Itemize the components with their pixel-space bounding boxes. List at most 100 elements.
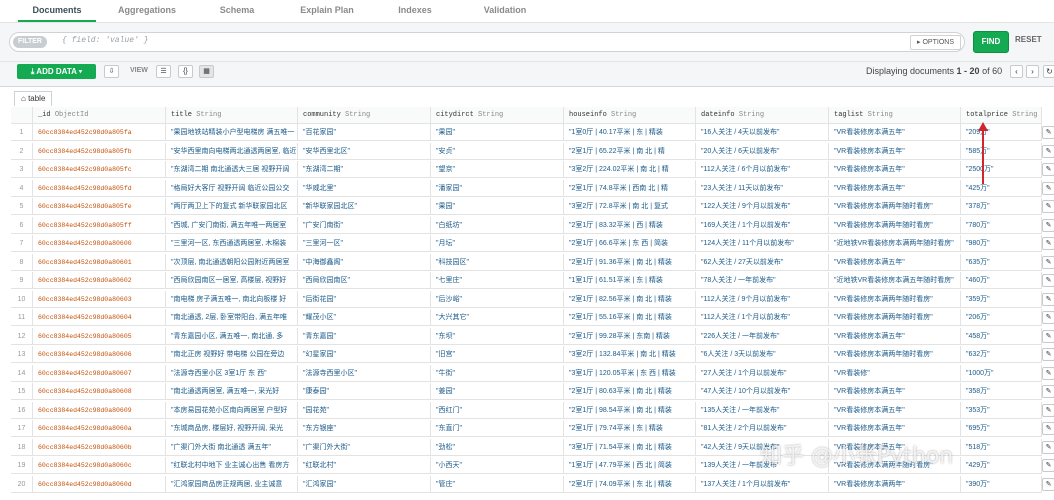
- column-header-taglist[interactable]: taglist String: [829, 107, 961, 124]
- table-row[interactable]: 14 60cc8384ed452c98d0a80607 "法源寺西里小区 3室1厅 …: [11, 364, 1054, 382]
- table-cell[interactable]: "169人关注 / 1个月以前发布": [696, 216, 829, 234]
- table-cell[interactable]: "2室1厅 | 65.22平米 | 南 北 | 精: [564, 142, 696, 160]
- table-cell[interactable]: "3室2厅 | 132.84平米 | 南 北 | 精装: [564, 346, 696, 363]
- table-cell[interactable]: "VR看装修房本满两年随时看房": [829, 346, 961, 363]
- table-cell[interactable]: 60cc8384ed452c98d0a80603: [33, 290, 166, 308]
- edit-icon[interactable]: ✎: [1042, 237, 1054, 250]
- edit-icon[interactable]: ✎: [1042, 477, 1054, 491]
- edit-icon[interactable]: ✎: [1042, 274, 1054, 287]
- table-cell[interactable]: "后街花园": [298, 290, 431, 308]
- edit-icon[interactable]: ✎: [1042, 181, 1054, 195]
- table-cell[interactable]: "次顶层, 南北通透朝阳公园附近两居室: [166, 253, 298, 271]
- table-cell[interactable]: "1室0厅 | 40.17平米 | 东 | 精装: [564, 124, 696, 141]
- table-cell[interactable]: "112人关注 / 1个月以前发布": [696, 309, 829, 326]
- table-cell[interactable]: "226人关注 / 一年前发布": [696, 327, 829, 345]
- table-cell[interactable]: "458万": [961, 327, 1042, 345]
- table-cell[interactable]: "东坝": [431, 327, 564, 345]
- edit-icon[interactable]: ✎: [1042, 292, 1054, 306]
- refresh-icon[interactable]: ↻: [1043, 65, 1054, 78]
- table-cell[interactable]: "2室1厅 | 98.54平米 | 南 北 | 精装: [564, 401, 696, 419]
- tab-explain-plan[interactable]: Explain Plan: [288, 0, 366, 22]
- table-cell[interactable]: 60cc8384ed452c98d0a805fe: [33, 198, 166, 215]
- table-cell[interactable]: "3室2厅 | 72.8平米 | 南 北 | 复式: [564, 198, 696, 215]
- table-cell[interactable]: "西局欣园南区一居室, 高楼层, 视野好: [166, 272, 298, 289]
- table-cell[interactable]: "VR看装修": [829, 364, 961, 382]
- table-cell[interactable]: "七里庄": [431, 272, 564, 289]
- table-cell[interactable]: 60cc8384ed452c98d0a805ff: [33, 216, 166, 234]
- find-button[interactable]: FIND: [973, 31, 1009, 53]
- edit-icon[interactable]: ✎: [1042, 200, 1054, 213]
- table-cell[interactable]: "VR看装修房本满两年随时看房": [829, 290, 961, 308]
- table-cell[interactable]: "望京": [431, 161, 564, 178]
- column-header-totalprice[interactable]: totalprice String: [961, 107, 1042, 124]
- filter-input[interactable]: FILTER { field: 'value' } ▸ OPTIONS: [9, 32, 965, 52]
- table-cell[interactable]: "124人关注 / 11个月以前发布": [696, 235, 829, 252]
- table-cell[interactable]: "112人关注 / 6个月以前发布": [696, 161, 829, 178]
- table-cell[interactable]: "2室1厅 | 82.56平米 | 南 北 | 精装: [564, 290, 696, 308]
- table-cell[interactable]: 60cc8384ed452c98d0a80602: [33, 272, 166, 289]
- table-cell[interactable]: "390万": [961, 475, 1042, 493]
- table-cell[interactable]: "206万": [961, 309, 1042, 326]
- table-cell[interactable]: "小西天": [431, 457, 564, 474]
- table-cell[interactable]: "VR看装修房本满五年": [829, 327, 961, 345]
- table-cell[interactable]: "新华联家园北区": [298, 198, 431, 215]
- table-row[interactable]: 4 60cc8384ed452c98d0a805fd "格局好大客厅 视野开阔 临近…: [11, 179, 1054, 197]
- table-cell[interactable]: "VR看装修房本满两年随时看房": [829, 216, 961, 234]
- edit-icon[interactable]: ✎: [1042, 163, 1054, 176]
- table-cell[interactable]: "62人关注 / 27天以前发布": [696, 253, 829, 271]
- table-cell[interactable]: "353万": [961, 401, 1042, 419]
- table-cell[interactable]: "2室1厅 | 83.32平米 | 西 | 精装: [564, 216, 696, 234]
- table-cell[interactable]: "青东嘉园小区, 满五唯一, 南北通, 多: [166, 327, 298, 345]
- table-cell[interactable]: "695万": [961, 420, 1042, 437]
- table-cell[interactable]: "137人关注 / 1个月以前发布": [696, 475, 829, 493]
- table-cell[interactable]: "460万": [961, 272, 1042, 289]
- table-cell[interactable]: 60cc8384ed452c98d0a80606: [33, 346, 166, 363]
- table-cell[interactable]: "135人关注 / 一年前发布": [696, 401, 829, 419]
- table-cell[interactable]: "潘家园": [431, 179, 564, 197]
- table-cell[interactable]: "耀茂小区": [298, 309, 431, 326]
- table-cell[interactable]: "209万": [961, 124, 1042, 141]
- column-header-community[interactable]: community String: [298, 107, 431, 124]
- table-cell[interactable]: 60cc8384ed452c98d0a805fd: [33, 179, 166, 197]
- table-cell[interactable]: "华威北里": [298, 179, 431, 197]
- table-cell[interactable]: "1室1厅 | 61.51平米 | 东 | 精装: [564, 272, 696, 289]
- table-cell[interactable]: "2室1厅 | 91.36平米 | 南 北 | 精装: [564, 253, 696, 271]
- table-cell[interactable]: "果园": [431, 124, 564, 141]
- table-cell[interactable]: "358万": [961, 383, 1042, 400]
- table-cell[interactable]: 60cc8384ed452c98d0a8060b: [33, 438, 166, 456]
- table-row[interactable]: 9 60cc8384ed452c98d0a80602 "西局欣园南区一居室, 高楼层…: [11, 272, 1054, 289]
- table-cell[interactable]: "1000万": [961, 364, 1042, 382]
- table-cell[interactable]: "VR看装修房本满五年": [829, 124, 961, 141]
- table-row[interactable]: 5 60cc8384ed452c98d0a805fe "两厅两卫上下的复式 新华联家…: [11, 198, 1054, 215]
- table-cell[interactable]: "518万": [961, 438, 1042, 456]
- table-cell[interactable]: "425万": [961, 179, 1042, 197]
- table-cell[interactable]: "585万": [961, 142, 1042, 160]
- table-cell[interactable]: "VR看装修房本满五年": [829, 161, 961, 178]
- tab-documents[interactable]: Documents: [18, 0, 96, 22]
- table-cell[interactable]: "管庄": [431, 475, 564, 493]
- table-cell[interactable]: "VR看装修房本满五年": [829, 179, 961, 197]
- table-cell[interactable]: "姜园": [431, 383, 564, 400]
- table-cell[interactable]: "6人关注 / 3天以前发布": [696, 346, 829, 363]
- table-cell[interactable]: "3室2厅 | 224.02平米 | 南 北 | 精: [564, 161, 696, 178]
- table-cell[interactable]: "1室1厅 | 47.79平米 | 西 北 | 简装: [564, 457, 696, 474]
- edit-icon[interactable]: ✎: [1042, 422, 1054, 435]
- edit-icon[interactable]: ✎: [1042, 311, 1054, 324]
- table-cell[interactable]: "两厅两卫上下的复式 新华联家园北区: [166, 198, 298, 215]
- table-cell[interactable]: "2室1厅 | 74.09平米 | 东 北 | 精装: [564, 475, 696, 493]
- table-cell[interactable]: "汇鸿家园商品房正规两居, 业主诚意: [166, 475, 298, 493]
- table-cell[interactable]: "东方银座": [298, 420, 431, 437]
- table-cell[interactable]: 60cc8384ed452c98d0a80607: [33, 364, 166, 382]
- tab-schema[interactable]: Schema: [198, 0, 276, 22]
- column-header-citydirct[interactable]: citydirct String: [431, 107, 564, 124]
- table-cell[interactable]: "果园地铁站精装小户型电梯房 满五唯一: [166, 124, 298, 141]
- edit-icon[interactable]: ✎: [1042, 218, 1054, 232]
- table-row[interactable]: 15 60cc8384ed452c98d0a80608 "南北通透两居室, 满五唯一…: [11, 383, 1054, 400]
- table-cell[interactable]: "3室1厅 | 71.54平米 | 南 北 | 精装: [564, 438, 696, 456]
- table-cell[interactable]: "VR看装修房本满五年": [829, 420, 961, 437]
- table-cell[interactable]: "青东嘉园": [298, 327, 431, 345]
- table-breadcrumb[interactable]: ⌂ table: [14, 91, 53, 106]
- table-row[interactable]: 10 60cc8384ed452c98d0a80603 "南电梯 房子满五唯一, 南…: [11, 290, 1054, 308]
- table-cell[interactable]: "VR看装修房本满两年随时看房": [829, 198, 961, 215]
- edit-icon[interactable]: ✎: [1042, 366, 1054, 380]
